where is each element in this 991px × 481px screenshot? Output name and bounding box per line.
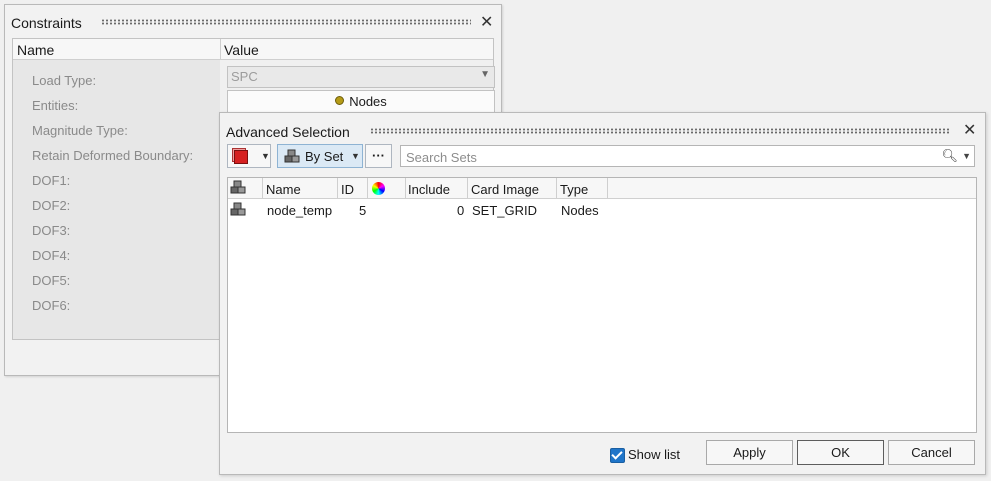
search-icon[interactable]: 🔍︎: [941, 148, 958, 164]
search-field[interactable]: 🔍︎ ▼: [400, 145, 975, 167]
constraints-title: Constraints: [11, 15, 82, 31]
apply-button[interactable]: Apply: [706, 440, 793, 465]
prop-dof5: DOF5:: [32, 273, 71, 288]
table-row[interactable]: node_temp 5 0 SET_GRID Nodes: [228, 199, 976, 221]
close-icon[interactable]: ✕: [480, 15, 493, 31]
advanced-selection-dialog: Advanced Selection ✕ ▼ By Set ▼ ··· 🔍︎ ▼: [219, 112, 986, 475]
column-header-id[interactable]: ID: [341, 182, 354, 197]
close-icon[interactable]: ✕: [963, 123, 976, 139]
entities-value: Nodes: [349, 94, 387, 109]
cell-id: 5: [359, 203, 367, 218]
prop-entities: Entities:: [32, 98, 79, 113]
prop-load-type: Load Type:: [32, 73, 97, 88]
cell-include: 0: [457, 203, 465, 218]
cell-card-image: SET_GRID: [472, 203, 538, 218]
column-header-type[interactable]: Type: [560, 182, 588, 197]
sets-table: Name ID Include Card Image Type node_tem…: [227, 177, 977, 433]
column-header-card-image[interactable]: Card Image: [471, 182, 539, 197]
load-type-value: SPC: [231, 69, 258, 84]
ok-button[interactable]: OK: [797, 440, 884, 465]
drag-handle[interactable]: [370, 128, 950, 134]
prop-magnitude-type: Magnitude Type:: [32, 123, 128, 138]
chevron-down-icon[interactable]: ▼: [962, 151, 971, 161]
cell-name: node_temp: [267, 203, 333, 218]
chevron-down-icon: ▼: [480, 69, 490, 80]
prop-dof2: DOF2:: [32, 198, 71, 213]
more-icon: ···: [372, 148, 385, 163]
column-header-name[interactable]: Name: [266, 182, 301, 197]
chevron-down-icon: ▼: [351, 151, 360, 161]
load-type-select[interactable]: SPC ▼: [227, 66, 495, 88]
color-wheel-icon[interactable]: [372, 182, 385, 195]
red-square-icon: [234, 150, 248, 164]
sets-icon: [230, 180, 246, 194]
prop-dof1: DOF1:: [32, 173, 71, 188]
show-list-checkbox[interactable]: [610, 448, 625, 463]
drag-handle[interactable]: [101, 19, 471, 25]
advanced-selection-title: Advanced Selection: [226, 124, 350, 140]
set-row-icon: [230, 202, 246, 216]
prop-retain-deformed-boundary: Retain Deformed Boundary:: [32, 148, 194, 163]
column-divider[interactable]: [220, 39, 221, 59]
search-input[interactable]: [404, 148, 938, 166]
column-header-include[interactable]: Include: [408, 182, 450, 197]
prop-dof3: DOF3:: [32, 223, 71, 238]
cancel-button[interactable]: Cancel: [888, 440, 975, 465]
header-name: Name: [17, 42, 55, 58]
by-set-label: By Set: [305, 149, 344, 164]
table-header: Name ID Include Card Image Type: [228, 178, 976, 199]
by-set-dropdown[interactable]: By Set ▼: [277, 144, 363, 168]
entities-selector-button[interactable]: Nodes: [227, 90, 495, 113]
prop-dof6: DOF6:: [32, 298, 71, 313]
chevron-down-icon: ▼: [261, 151, 270, 161]
prop-dof4: DOF4:: [32, 248, 71, 263]
more-options-button[interactable]: ···: [365, 144, 392, 168]
sets-icon: [284, 149, 300, 163]
header-value: Value: [224, 42, 259, 58]
cell-type: Nodes: [561, 203, 599, 218]
entity-color-button[interactable]: ▼: [227, 144, 271, 168]
grid-header: Name Value: [13, 39, 493, 60]
show-list-label[interactable]: Show list: [628, 447, 680, 462]
node-dot-icon: [335, 96, 345, 105]
